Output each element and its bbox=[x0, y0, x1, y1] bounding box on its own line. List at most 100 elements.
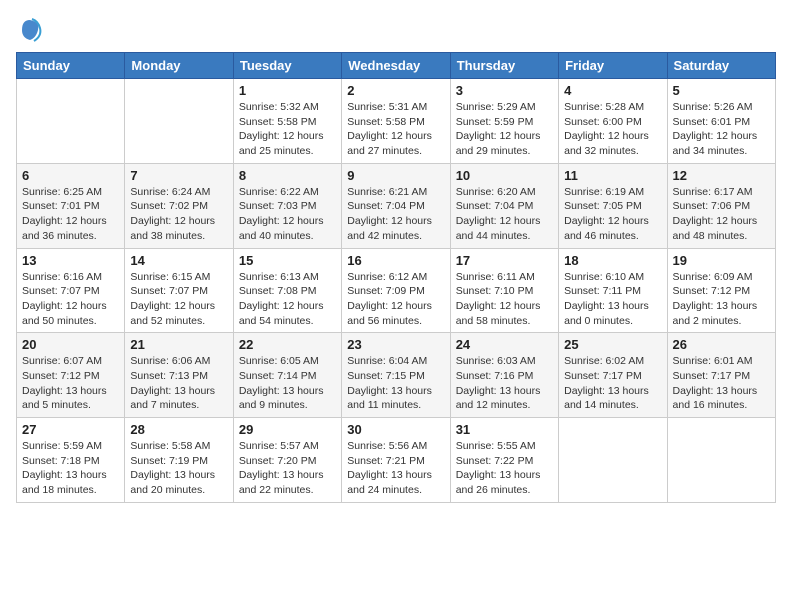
calendar-week-4: 20 Sunrise: 6:07 AMSunset: 7:12 PMDayligh… bbox=[17, 333, 776, 418]
day-detail: Sunrise: 5:57 AMSunset: 7:20 PMDaylight:… bbox=[239, 439, 336, 498]
weekday-header-thursday: Thursday bbox=[450, 53, 558, 79]
day-number: 15 bbox=[239, 253, 336, 268]
day-detail: Sunrise: 6:01 AMSunset: 7:17 PMDaylight:… bbox=[673, 354, 770, 413]
calendar-cell: 6Sunrise: 6:25 AMSunset: 7:01 PMDaylight… bbox=[17, 163, 125, 248]
day-detail: Sunrise: 6:10 AMSunset: 7:11 PMDaylight:… bbox=[564, 270, 661, 329]
calendar-cell: 5 Sunrise: 5:26 AMSunset: 6:01 PMDaylight… bbox=[667, 79, 775, 164]
logo bbox=[16, 16, 48, 44]
day-number: 9 bbox=[347, 168, 444, 183]
day-detail: Sunrise: 5:55 AMSunset: 7:22 PMDaylight:… bbox=[456, 439, 553, 498]
day-number: 23 bbox=[347, 337, 444, 352]
calendar-cell: 15 Sunrise: 6:13 AMSunset: 7:08 PMDayligh… bbox=[233, 248, 341, 333]
day-detail: Sunrise: 6:20 AMSunset: 7:04 PMDaylight:… bbox=[456, 185, 553, 244]
day-detail: Sunrise: 6:02 AMSunset: 7:17 PMDaylight:… bbox=[564, 354, 661, 413]
day-detail: Sunrise: 6:24 AMSunset: 7:02 PMDaylight:… bbox=[130, 185, 227, 244]
day-number: 14 bbox=[130, 253, 227, 268]
day-number: 25 bbox=[564, 337, 661, 352]
day-number: 4 bbox=[564, 83, 661, 98]
day-number: 22 bbox=[239, 337, 336, 352]
calendar-cell: 3 Sunrise: 5:29 AMSunset: 5:59 PMDaylight… bbox=[450, 79, 558, 164]
day-number: 5 bbox=[673, 83, 770, 98]
day-number: 28 bbox=[130, 422, 227, 437]
day-number: 21 bbox=[130, 337, 227, 352]
calendar-table: SundayMondayTuesdayWednesdayThursdayFrid… bbox=[16, 52, 776, 503]
calendar-cell: 11 Sunrise: 6:19 AMSunset: 7:05 PMDayligh… bbox=[559, 163, 667, 248]
calendar-cell: 26 Sunrise: 6:01 AMSunset: 7:17 PMDayligh… bbox=[667, 333, 775, 418]
day-number: 3 bbox=[456, 83, 553, 98]
day-number: 30 bbox=[347, 422, 444, 437]
day-detail: Sunrise: 5:32 AMSunset: 5:58 PMDaylight:… bbox=[239, 100, 336, 159]
calendar-cell: 2Sunrise: 5:31 AMSunset: 5:58 PMDaylight… bbox=[342, 79, 450, 164]
day-detail: Sunrise: 5:31 AMSunset: 5:58 PMDaylight:… bbox=[347, 100, 444, 159]
logo-icon bbox=[16, 16, 44, 44]
calendar-cell: 27 Sunrise: 5:59 AMSunset: 7:18 PMDayligh… bbox=[17, 418, 125, 503]
calendar-cell: 23Sunrise: 6:04 AMSunset: 7:15 PMDayligh… bbox=[342, 333, 450, 418]
calendar-cell: 4Sunrise: 5:28 AMSunset: 6:00 PMDaylight… bbox=[559, 79, 667, 164]
weekday-header-friday: Friday bbox=[559, 53, 667, 79]
day-detail: Sunrise: 6:22 AMSunset: 7:03 PMDaylight:… bbox=[239, 185, 336, 244]
weekday-header-wednesday: Wednesday bbox=[342, 53, 450, 79]
calendar-cell: 30 Sunrise: 5:56 AMSunset: 7:21 PMDayligh… bbox=[342, 418, 450, 503]
day-detail: Sunrise: 5:56 AMSunset: 7:21 PMDaylight:… bbox=[347, 439, 444, 498]
day-number: 13 bbox=[22, 253, 119, 268]
day-detail: Sunrise: 6:16 AMSunset: 7:07 PMDaylight:… bbox=[22, 270, 119, 329]
weekday-header-monday: Monday bbox=[125, 53, 233, 79]
day-detail: Sunrise: 6:09 AMSunset: 7:12 PMDaylight:… bbox=[673, 270, 770, 329]
calendar-body: 1 Sunrise: 5:32 AMSunset: 5:58 PMDaylight… bbox=[17, 79, 776, 503]
calendar-cell: 20 Sunrise: 6:07 AMSunset: 7:12 PMDayligh… bbox=[17, 333, 125, 418]
calendar-cell bbox=[559, 418, 667, 503]
calendar-cell: 29Sunrise: 5:57 AMSunset: 7:20 PMDayligh… bbox=[233, 418, 341, 503]
calendar-cell: 16 Sunrise: 6:12 AMSunset: 7:09 PMDayligh… bbox=[342, 248, 450, 333]
day-detail: Sunrise: 6:11 AMSunset: 7:10 PMDaylight:… bbox=[456, 270, 553, 329]
calendar-cell: 17Sunrise: 6:11 AMSunset: 7:10 PMDayligh… bbox=[450, 248, 558, 333]
calendar-header: SundayMondayTuesdayWednesdayThursdayFrid… bbox=[17, 53, 776, 79]
day-number: 16 bbox=[347, 253, 444, 268]
day-detail: Sunrise: 6:19 AMSunset: 7:05 PMDaylight:… bbox=[564, 185, 661, 244]
day-number: 26 bbox=[673, 337, 770, 352]
weekday-header-tuesday: Tuesday bbox=[233, 53, 341, 79]
day-number: 19 bbox=[673, 253, 770, 268]
weekday-header-saturday: Saturday bbox=[667, 53, 775, 79]
day-number: 11 bbox=[564, 168, 661, 183]
day-number: 12 bbox=[673, 168, 770, 183]
calendar-cell bbox=[125, 79, 233, 164]
calendar-cell: 9 Sunrise: 6:21 AMSunset: 7:04 PMDaylight… bbox=[342, 163, 450, 248]
day-detail: Sunrise: 6:15 AMSunset: 7:07 PMDaylight:… bbox=[130, 270, 227, 329]
calendar-cell: 1 Sunrise: 5:32 AMSunset: 5:58 PMDaylight… bbox=[233, 79, 341, 164]
day-detail: Sunrise: 5:29 AMSunset: 5:59 PMDaylight:… bbox=[456, 100, 553, 159]
calendar-cell: 28 Sunrise: 5:58 AMSunset: 7:19 PMDayligh… bbox=[125, 418, 233, 503]
calendar-cell: 31 Sunrise: 5:55 AMSunset: 7:22 PMDayligh… bbox=[450, 418, 558, 503]
calendar-cell: 12 Sunrise: 6:17 AMSunset: 7:06 PMDayligh… bbox=[667, 163, 775, 248]
calendar-cell: 10Sunrise: 6:20 AMSunset: 7:04 PMDayligh… bbox=[450, 163, 558, 248]
calendar-cell: 7Sunrise: 6:24 AMSunset: 7:02 PMDaylight… bbox=[125, 163, 233, 248]
day-detail: Sunrise: 6:12 AMSunset: 7:09 PMDaylight:… bbox=[347, 270, 444, 329]
calendar-cell: 24Sunrise: 6:03 AMSunset: 7:16 PMDayligh… bbox=[450, 333, 558, 418]
calendar-cell: 13 Sunrise: 6:16 AMSunset: 7:07 PMDayligh… bbox=[17, 248, 125, 333]
day-detail: Sunrise: 6:06 AMSunset: 7:13 PMDaylight:… bbox=[130, 354, 227, 413]
calendar-cell: 21 Sunrise: 6:06 AMSunset: 7:13 PMDayligh… bbox=[125, 333, 233, 418]
day-detail: Sunrise: 5:26 AMSunset: 6:01 PMDaylight:… bbox=[673, 100, 770, 159]
day-detail: Sunrise: 6:03 AMSunset: 7:16 PMDaylight:… bbox=[456, 354, 553, 413]
calendar-cell: 22 Sunrise: 6:05 AMSunset: 7:14 PMDayligh… bbox=[233, 333, 341, 418]
day-number: 27 bbox=[22, 422, 119, 437]
day-number: 8 bbox=[239, 168, 336, 183]
day-detail: Sunrise: 6:13 AMSunset: 7:08 PMDaylight:… bbox=[239, 270, 336, 329]
calendar-cell: 25 Sunrise: 6:02 AMSunset: 7:17 PMDayligh… bbox=[559, 333, 667, 418]
day-detail: Sunrise: 6:21 AMSunset: 7:04 PMDaylight:… bbox=[347, 185, 444, 244]
day-number: 31 bbox=[456, 422, 553, 437]
day-detail: Sunrise: 6:17 AMSunset: 7:06 PMDaylight:… bbox=[673, 185, 770, 244]
day-detail: Sunrise: 6:05 AMSunset: 7:14 PMDaylight:… bbox=[239, 354, 336, 413]
calendar-week-3: 13 Sunrise: 6:16 AMSunset: 7:07 PMDayligh… bbox=[17, 248, 776, 333]
day-number: 20 bbox=[22, 337, 119, 352]
calendar-cell: 8 Sunrise: 6:22 AMSunset: 7:03 PMDaylight… bbox=[233, 163, 341, 248]
day-detail: Sunrise: 6:07 AMSunset: 7:12 PMDaylight:… bbox=[22, 354, 119, 413]
day-detail: Sunrise: 5:58 AMSunset: 7:19 PMDaylight:… bbox=[130, 439, 227, 498]
day-detail: Sunrise: 5:59 AMSunset: 7:18 PMDaylight:… bbox=[22, 439, 119, 498]
page-header bbox=[16, 16, 776, 44]
calendar-week-1: 1 Sunrise: 5:32 AMSunset: 5:58 PMDaylight… bbox=[17, 79, 776, 164]
calendar-cell bbox=[17, 79, 125, 164]
day-number: 6 bbox=[22, 168, 119, 183]
day-number: 1 bbox=[239, 83, 336, 98]
calendar-week-5: 27 Sunrise: 5:59 AMSunset: 7:18 PMDayligh… bbox=[17, 418, 776, 503]
calendar-cell: 19 Sunrise: 6:09 AMSunset: 7:12 PMDayligh… bbox=[667, 248, 775, 333]
